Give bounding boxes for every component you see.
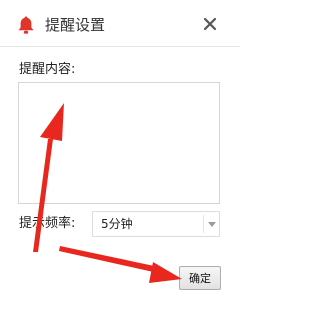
frequency-label: 提示频率: (19, 216, 76, 231)
select-divider (203, 215, 204, 233)
reminder-content-textarea[interactable] (18, 82, 220, 204)
content-label: 提醒内容: (19, 62, 76, 77)
title-bar: 提醒设置 (0, 0, 240, 47)
reminder-settings-dialog: 提醒设置 提醒内容: 提示频率: 5分钟 确定 (0, 0, 240, 320)
close-icon[interactable] (202, 16, 218, 32)
frequency-selected-value: 5分钟 (101, 217, 133, 231)
chevron-down-icon[interactable] (208, 222, 216, 227)
bell-icon (18, 16, 34, 34)
arrow-to-ok-button (59, 246, 182, 283)
ok-button[interactable]: 确定 (179, 266, 221, 290)
dialog-title: 提醒设置 (45, 16, 106, 34)
frequency-select[interactable]: 5分钟 (92, 211, 220, 237)
